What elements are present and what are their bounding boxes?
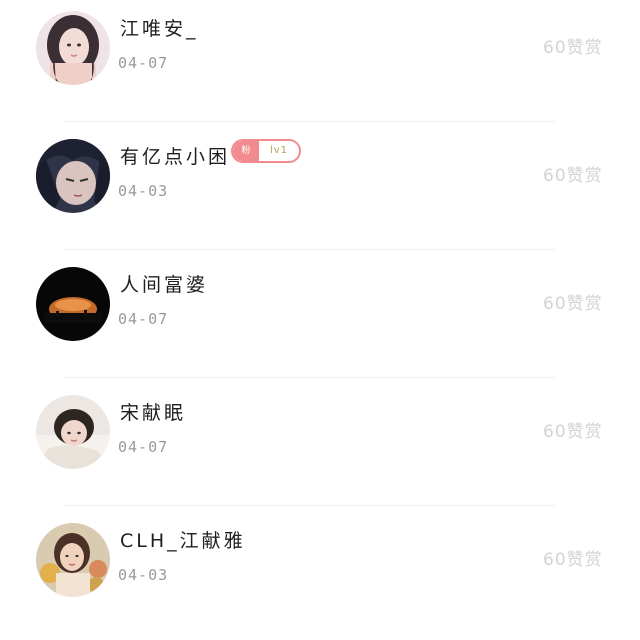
avatar[interactable] [36, 395, 110, 469]
list-item[interactable]: 江唯安_ 04-07 60赞赏 [0, 0, 640, 128]
username[interactable]: 人间富婆 [120, 276, 208, 295]
fan-level-label: lv1 [269, 145, 289, 156]
list-item[interactable]: 人间富婆 04-07 60赞赏 [0, 256, 640, 384]
username[interactable]: 宋献眠 [120, 404, 186, 423]
comment-date: 04-07 [118, 54, 169, 72]
list-item[interactable]: 有亿点小困 粉 lv1 04-03 60赞赏 [0, 128, 640, 256]
avatar-woman-icon [36, 11, 110, 85]
divider [64, 505, 556, 506]
likes-count[interactable]: 60赞赏 [543, 40, 603, 57]
username[interactable]: 有亿点小困 [120, 148, 230, 167]
likes-count[interactable]: 60赞赏 [543, 296, 603, 313]
divider [64, 121, 556, 122]
likes-count[interactable]: 60赞赏 [543, 552, 603, 569]
comment-date: 04-03 [118, 566, 169, 584]
likes-count[interactable]: 60赞赏 [543, 168, 603, 185]
avatar[interactable] [36, 267, 110, 341]
list-item[interactable]: 宋献眠 04-07 60赞赏 [0, 384, 640, 512]
list-item[interactable]: CLH_江献雅 04-03 60赞赏 [0, 512, 640, 640]
comment-date: 04-03 [118, 182, 169, 200]
username[interactable]: 江唯安_ [120, 20, 199, 39]
fan-badge-label: 粉 [233, 141, 259, 161]
likes-count[interactable]: 60赞赏 [543, 424, 603, 441]
avatar-girl-icon [36, 395, 110, 469]
avatar[interactable] [36, 523, 110, 597]
avatar-sunset-icon [36, 267, 110, 341]
comment-date: 04-07 [118, 310, 169, 328]
username[interactable]: CLH_江献雅 [120, 532, 246, 551]
avatar[interactable] [36, 11, 110, 85]
divider [64, 249, 556, 250]
avatar[interactable] [36, 139, 110, 213]
avatar-anime-icon [36, 139, 110, 213]
fan-level-badge[interactable]: 粉 lv1 [231, 139, 301, 163]
comment-list: 江唯安_ 04-07 60赞赏 有亿点小困 粉 lv1 04-03 60赞赏 人… [0, 0, 640, 629]
divider [64, 377, 556, 378]
comment-date: 04-07 [118, 438, 169, 456]
avatar-flowers-icon [36, 523, 110, 597]
